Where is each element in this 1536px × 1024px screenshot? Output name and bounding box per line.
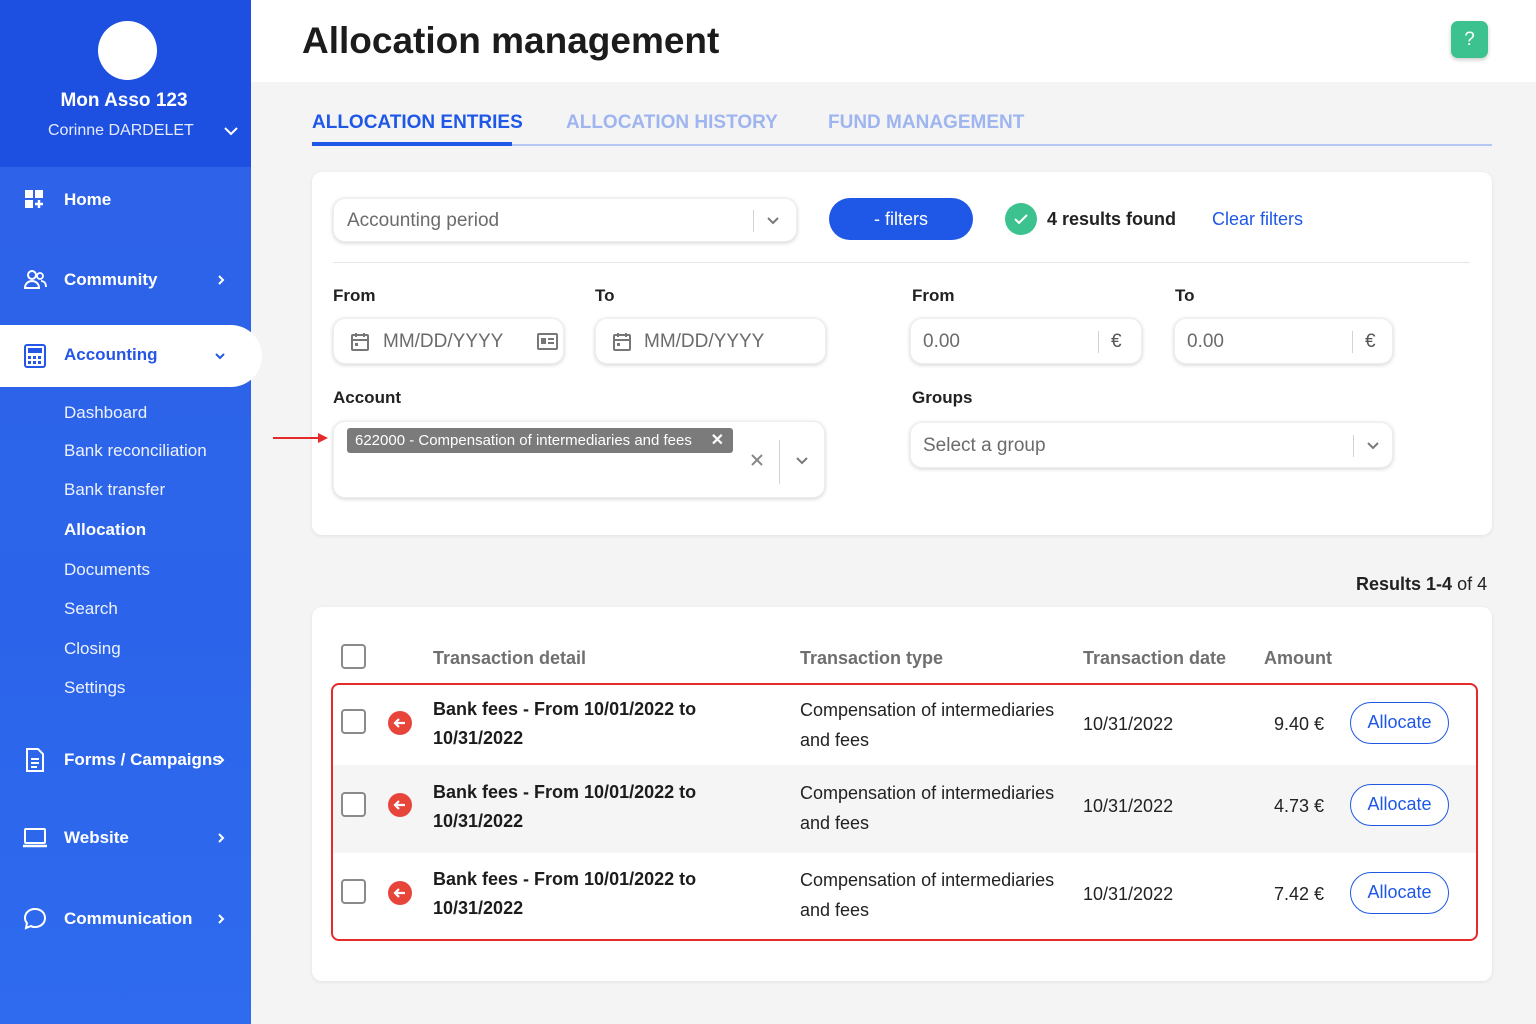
header-transaction-type: Transaction type [800,648,944,668]
header-amount: Amount [1264,648,1332,668]
divider [1353,435,1354,457]
chevron-down-icon[interactable] [793,453,811,469]
annotation-arrow-icon [273,433,328,443]
highlight-box [331,683,1478,941]
nav-community[interactable]: Community [0,260,251,300]
close-icon[interactable]: ✕ [711,428,724,453]
help-button[interactable]: ? [1451,21,1488,58]
date-to-label: To [595,286,615,305]
chevron-down-icon [1367,442,1379,450]
currency-symbol: € [1111,331,1122,352]
date-to-input[interactable]: MM/DD/YYYY [595,318,826,364]
chevron-right-icon [218,275,225,285]
amount-to-label: To [1175,286,1195,305]
user-chevron-icon[interactable] [221,123,241,139]
nav-home-label: Home [64,190,112,209]
sidebar-header: Mon Asso 123 Corinne DARDELET [0,0,251,167]
tab-fund-management[interactable]: FUND MANAGEMENT [828,112,1024,134]
header-transaction-detail: Transaction detail [433,648,587,668]
sub-item-closing[interactable]: Closing [64,639,121,659]
chevron-right-icon [218,755,225,765]
account-chip: 622000 - Compensation of intermediaries … [347,428,733,453]
sub-item-bank-transfer[interactable]: Bank transfer [64,480,165,500]
nav-website[interactable]: Website [0,818,251,858]
avatar[interactable] [98,21,157,80]
calendar-icon [613,333,631,351]
currency-symbol: € [1365,331,1376,352]
tab-allocation-history[interactable]: ALLOCATION HISTORY [566,112,778,134]
select-all-checkbox[interactable] [341,644,366,669]
org-name: Mon Asso 123 [60,90,188,111]
divider [779,440,780,484]
results-range: Results 1-4 [1356,574,1453,594]
amount-from-placeholder: 0.00 [923,331,960,352]
results-count: Results 1-4 of 4 [1356,574,1487,595]
forms-icon [26,748,44,772]
nav-communication-label: Communication [64,909,193,928]
date-from-label: From [333,286,376,305]
nav-home[interactable]: Home [0,180,251,220]
nav-communication[interactable]: Communication [0,899,251,939]
chevron-down-icon [215,353,225,360]
account-label: Account [333,388,401,407]
chevron-right-icon [218,833,225,843]
tab-active-indicator [312,142,512,146]
id-card-icon[interactable] [537,332,558,351]
nav-forms[interactable]: Forms / Campaigns [0,740,251,780]
divider [753,210,754,232]
user-name[interactable]: Corinne DARDELET [48,122,194,140]
sub-item-dashboard[interactable]: Dashboard [64,403,147,423]
groups-label: Groups [912,388,973,407]
date-from-input[interactable]: MM/DD/YYYY [333,318,564,364]
communication-icon [23,907,47,930]
account-chip-label: 622000 - Compensation of intermediaries … [355,432,692,449]
website-icon [23,828,47,848]
filters-button[interactable]: - filters [829,198,973,240]
sub-item-settings[interactable]: Settings [64,678,125,698]
amount-to-input[interactable]: 0.00 € [1174,318,1393,364]
divider [1098,331,1099,353]
community-icon [23,270,47,289]
sub-item-search[interactable]: Search [64,599,118,619]
accounting-period-select[interactable]: Accounting period [333,198,797,242]
accounting-icon [24,344,46,368]
home-icon [25,190,43,208]
sub-item-bank-reconciliation[interactable]: Bank reconciliation [64,441,207,461]
header-transaction-date: Transaction date [1083,648,1227,668]
nav-community-label: Community [64,270,158,289]
tab-allocation-entries[interactable]: ALLOCATION ENTRIES [312,112,523,134]
accounting-period-placeholder: Accounting period [347,210,500,231]
results-found: 4 results found [1047,209,1177,229]
groups-select[interactable]: Select a group [910,422,1393,468]
amount-from-label: From [912,286,955,305]
chevron-down-icon [767,217,779,225]
card-divider [333,262,1470,263]
sub-item-documents[interactable]: Documents [64,560,150,580]
nav-website-label: Website [64,828,129,847]
divider [1352,331,1353,353]
page-title: Allocation management [302,20,720,61]
clear-icon[interactable] [749,452,765,468]
groups-placeholder: Select a group [923,435,1046,456]
results-total: of 4 [1457,574,1488,594]
sidebar: Mon Asso 123 Corinne DARDELET Home Commu… [0,0,262,1024]
chevron-right-icon [218,914,225,924]
nav-accounting[interactable]: Accounting [0,325,262,387]
nav-forms-label: Forms / Campaigns [64,750,222,769]
clear-filters-link[interactable]: Clear filters [1212,209,1303,230]
calendar-icon [351,333,369,351]
sub-item-allocation[interactable]: Allocation [64,520,146,540]
results-check [1005,203,1037,235]
nav-accounting-label: Accounting [64,345,158,364]
date-to-placeholder: MM/DD/YYYY [644,331,765,352]
amount-to-placeholder: 0.00 [1187,331,1224,352]
amount-from-input[interactable]: 0.00 € [910,318,1142,364]
check-icon [1014,214,1028,225]
date-from-placeholder: MM/DD/YYYY [383,331,504,352]
